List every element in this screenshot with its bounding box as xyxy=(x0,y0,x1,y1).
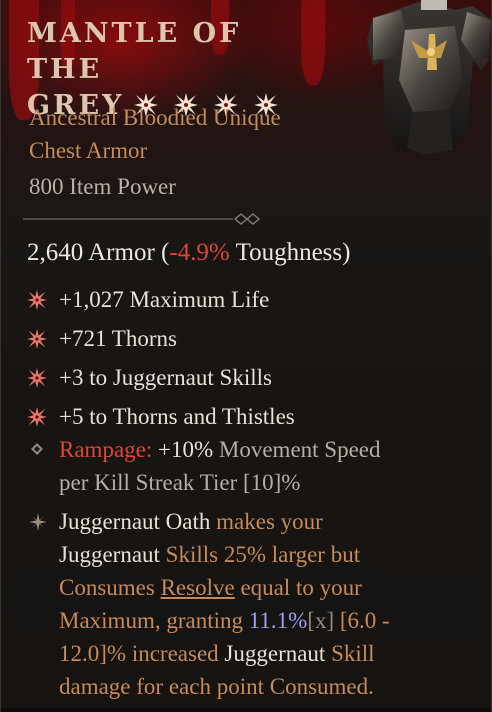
affix-row: +3 to Juggernaut Skills xyxy=(27,358,467,397)
item-name-line1: MANTLE OF THE xyxy=(27,18,242,85)
unique-affix-icon xyxy=(27,367,59,388)
affix-list: +1,027 Maximum Life +721 Thorns +3 to Ju… xyxy=(27,280,467,436)
resolve-keyword: Resolve xyxy=(160,575,235,600)
unique-affix-icon xyxy=(27,406,59,427)
multiplier-tag: [x] xyxy=(307,608,335,633)
oath-text: Maximum, granting xyxy=(59,608,249,633)
toughness-suffix: Toughness) xyxy=(229,239,351,266)
unique-affix-icon xyxy=(27,289,59,310)
affix-row: +5 to Thorns and Thistles xyxy=(27,397,467,436)
affix-row: +1,027 Maximum Life xyxy=(27,280,467,319)
roll-range: 12.0]% increased xyxy=(59,641,225,666)
rampage-text: Rampage: +10% Movement Speed per Kill Str… xyxy=(59,433,467,499)
unique-power: Juggernaut Oath makes your Juggernaut Ski… xyxy=(27,505,467,703)
oath-name: Juggernaut Oath xyxy=(59,509,211,534)
oath-text: Skill xyxy=(325,641,375,666)
unique-power-text: Juggernaut Oath makes your Juggernaut Ski… xyxy=(59,505,467,703)
oath-text: Skills 25% larger but xyxy=(159,542,361,567)
oath-text: Consumes xyxy=(59,575,161,600)
oath-text: damage for each point Consumed. xyxy=(59,674,374,699)
tooltip-bottom-edge xyxy=(1,708,491,712)
affix-row: +721 Thorns xyxy=(27,319,467,358)
unique-power-icon xyxy=(29,513,47,531)
oath-skill-tag: Juggernaut xyxy=(59,542,160,567)
oath-text: makes your xyxy=(210,509,323,534)
rampage-value: +10% xyxy=(152,437,214,462)
item-tooltip: MANTLE OF THE GREY Ancestral Bloodied Un… xyxy=(0,0,492,712)
roll-value: 11.1% xyxy=(248,608,308,633)
roll-range: [6.0 - xyxy=(334,608,390,633)
item-rarity: Ancestral Bloodied Unique xyxy=(29,105,281,130)
oath-text: equal to your xyxy=(234,575,362,600)
rampage-stat: Movement Speed xyxy=(213,437,381,462)
affix-text: +1,027 Maximum Life xyxy=(59,286,270,312)
item-power: 800 Item Power xyxy=(29,174,176,199)
affix-text: +5 to Thorns and Thistles xyxy=(59,403,295,429)
diamond-bullet-icon xyxy=(31,443,43,455)
section-divider xyxy=(23,213,261,225)
affix-text: +3 to Juggernaut Skills xyxy=(59,364,272,390)
rampage-label: Rampage: xyxy=(59,437,153,462)
item-slot: Chest Armor xyxy=(29,138,148,163)
rampage-line2: per Kill Streak Tier [10]% xyxy=(59,470,301,495)
oath-skill-tag: Juggernaut xyxy=(224,641,326,666)
rampage-affix: Rampage: +10% Movement Speed per Kill Str… xyxy=(27,433,467,499)
armor-stat: 2,640 Armor (-4.9% Toughness) xyxy=(27,239,350,267)
chest-armor-icon xyxy=(367,0,491,155)
affix-text: +721 Thorns xyxy=(59,325,177,351)
unique-affix-icon xyxy=(27,328,59,349)
armor-value: 2,640 Armor ( xyxy=(27,239,170,266)
toughness-delta: -4.9% xyxy=(169,239,230,266)
